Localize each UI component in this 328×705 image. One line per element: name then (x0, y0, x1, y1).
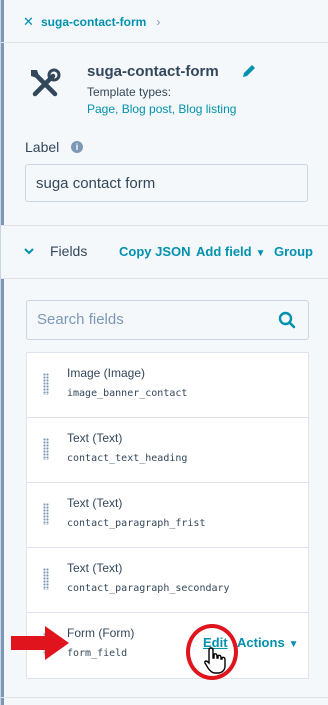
field-id: form_field (67, 648, 128, 659)
field-id: contact_paragraph_frist (67, 518, 206, 529)
actions-label[interactable]: Actions (237, 635, 285, 650)
tools-icon (31, 68, 61, 97)
red-arrow-annotation-icon (11, 626, 69, 660)
chevron-right-icon: › (156, 15, 161, 29)
label-input[interactable]: suga contact form (25, 164, 308, 202)
divider (1, 42, 328, 43)
breadcrumb[interactable]: ✕ suga-contact-form › (23, 12, 160, 32)
group-button[interactable]: Group (274, 244, 313, 259)
field-actions-button[interactable]: Actions ▼ (237, 635, 299, 650)
divider (1, 697, 328, 698)
search-placeholder: Search fields (37, 311, 124, 328)
fields-title[interactable]: Fields (50, 243, 87, 259)
label-caption: Label (25, 139, 60, 155)
add-field-label[interactable]: Add field (196, 244, 252, 259)
caret-down-icon: ▼ (288, 639, 299, 650)
template-types-label: Template types: (87, 85, 172, 99)
drag-handle-icon[interactable] (43, 568, 49, 590)
module-title: suga-contact-form (87, 63, 219, 80)
hand-cursor-icon (204, 647, 226, 674)
field-id: contact_paragraph_secondary (67, 583, 230, 594)
field-type-name: Text (Text) (67, 561, 123, 575)
template-types-value[interactable]: Page, Blog post, Blog listing (87, 102, 236, 116)
chevron-down-icon[interactable] (23, 245, 35, 257)
pencil-icon[interactable] (241, 63, 257, 79)
field-row-image-banner-contact[interactable]: Image (Image) image_banner_contact (27, 353, 308, 418)
field-id: image_banner_contact (67, 388, 188, 399)
field-type-name: Form (Form) (67, 626, 135, 640)
drag-handle-icon[interactable] (43, 503, 49, 525)
field-row-contact-paragraph-frist[interactable]: Text (Text) contact_paragraph_frist (27, 483, 308, 548)
field-row-contact-paragraph-secondary[interactable]: Text (Text) contact_paragraph_secondary (27, 548, 308, 613)
field-row-contact-text-heading[interactable]: Text (Text) contact_text_heading (27, 418, 308, 483)
caret-down-icon: ▼ (255, 248, 266, 259)
close-icon[interactable]: ✕ (23, 14, 35, 30)
search-input[interactable]: Search fields (26, 300, 309, 340)
field-type-name: Text (Text) (67, 496, 123, 510)
drag-handle-icon[interactable] (43, 438, 49, 460)
fields-toolbar: Fields Copy JSON Add field ▼ Group (1, 225, 328, 279)
field-type-name: Text (Text) (67, 431, 123, 445)
module-editor-panel: ✕ suga-contact-form › suga-contact-form … (0, 0, 328, 705)
panel-edge (1, 0, 4, 705)
search-icon[interactable] (278, 311, 296, 329)
breadcrumb-label[interactable]: suga-contact-form (41, 15, 146, 29)
field-id: contact_text_heading (67, 453, 188, 464)
drag-handle-icon[interactable] (43, 373, 49, 395)
add-field-button[interactable]: Add field ▼ (196, 244, 266, 259)
info-icon[interactable]: i (71, 141, 83, 153)
field-type-name: Image (Image) (67, 366, 146, 380)
copy-json-button[interactable]: Copy JSON (119, 244, 191, 259)
